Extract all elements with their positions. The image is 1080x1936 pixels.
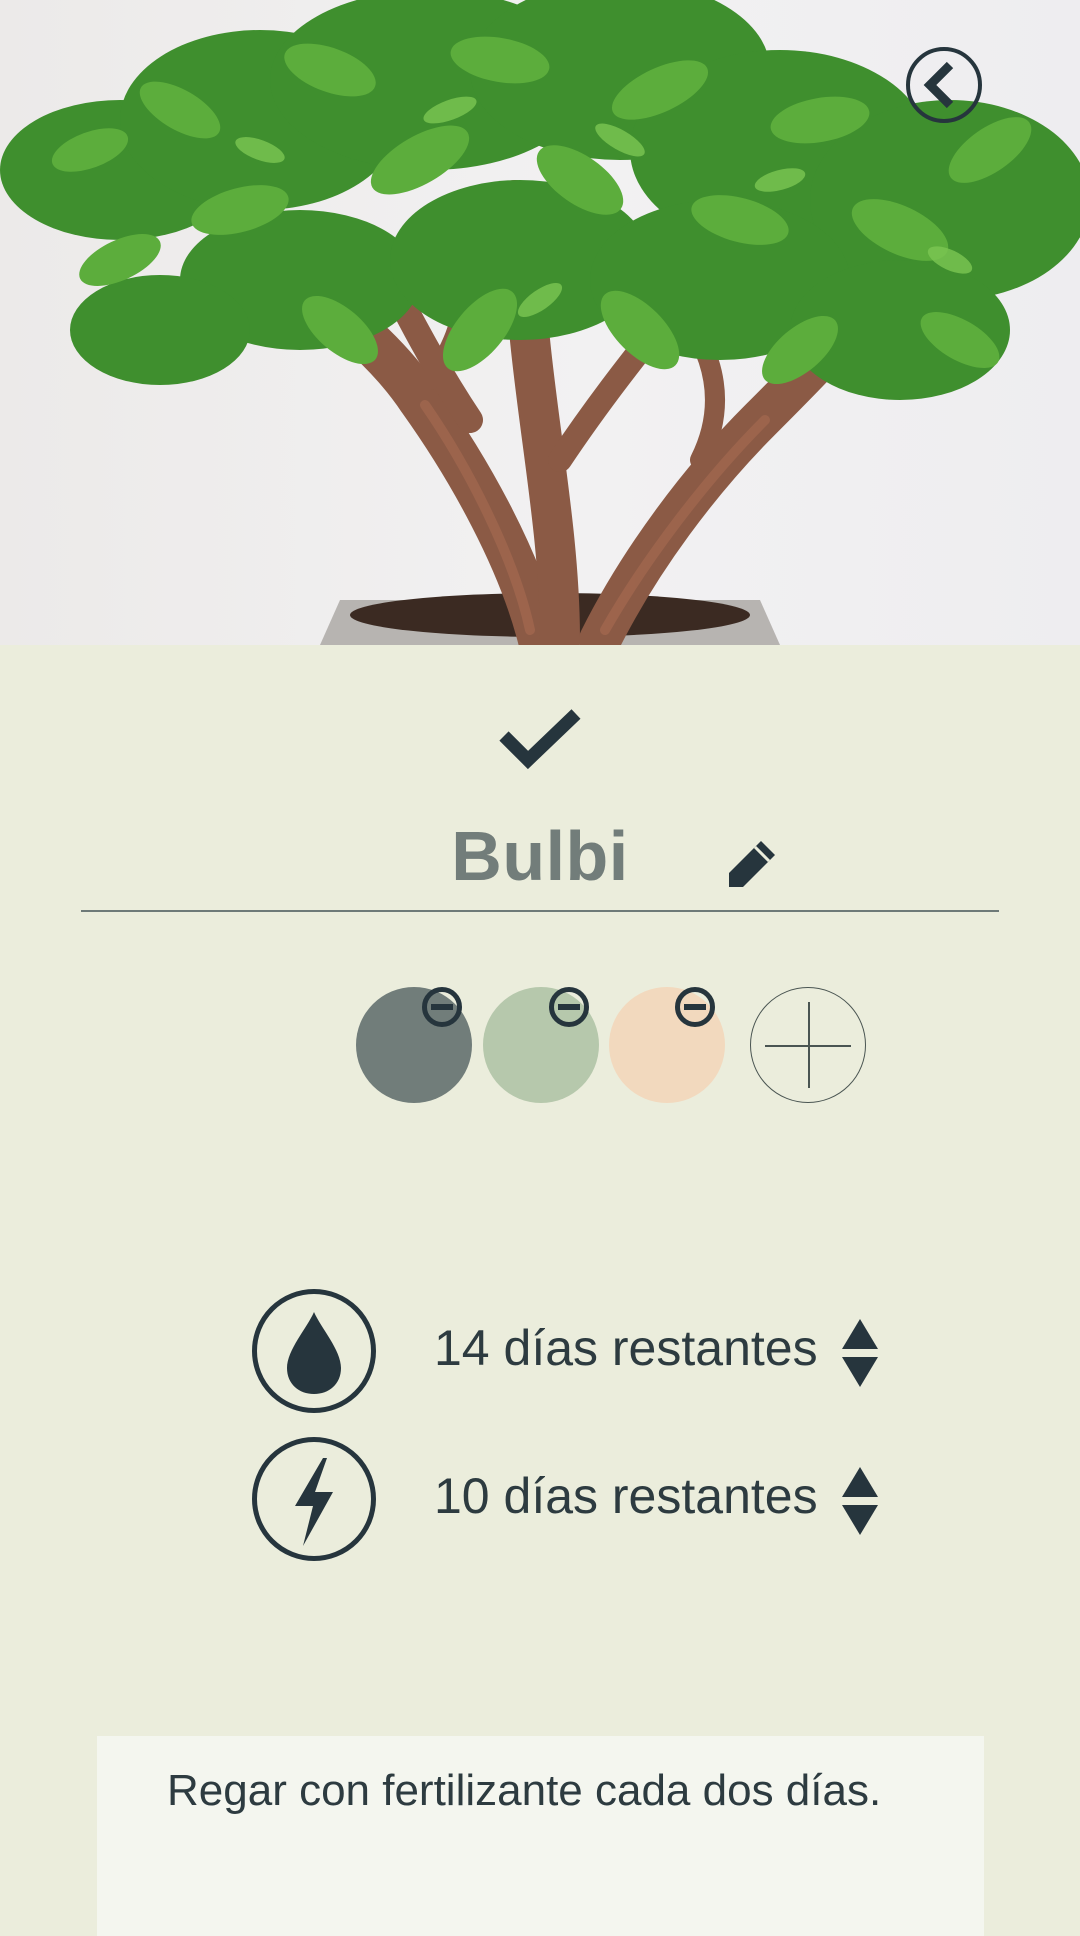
confirm-button[interactable] xyxy=(498,706,582,770)
fertilizer-stepper xyxy=(840,1465,880,1537)
minus-circle-icon[interactable] xyxy=(422,987,462,1027)
water-drop-icon xyxy=(287,1312,341,1394)
arrow-down-icon[interactable] xyxy=(840,1355,880,1389)
add-color-button[interactable] xyxy=(750,987,866,1103)
color-swatch-gray[interactable] xyxy=(356,987,472,1103)
check-icon xyxy=(499,709,581,770)
color-swatch-peach[interactable] xyxy=(609,987,725,1103)
water-reminder: 14 días restantes xyxy=(252,1289,892,1413)
plant-photo xyxy=(0,0,1080,645)
name-field[interactable]: Bulbi xyxy=(81,800,999,912)
arrow-up-icon[interactable] xyxy=(840,1317,880,1351)
minus-circle-icon[interactable] xyxy=(549,987,589,1027)
lightning-bolt-icon xyxy=(295,1458,333,1546)
chevron-left-icon xyxy=(923,61,954,109)
pencil-icon xyxy=(729,841,775,887)
fertilizer-days-remaining: 10 días restantes xyxy=(434,1468,818,1524)
edit-name-button[interactable] xyxy=(725,835,781,891)
water-days-remaining: 14 días restantes xyxy=(434,1320,818,1376)
water-icon-badge xyxy=(252,1289,376,1413)
plant-name: Bulbi xyxy=(451,817,629,895)
notes-text: Regar con fertilizante cada dos días. xyxy=(167,1766,882,1815)
back-button[interactable] xyxy=(906,47,982,123)
notes-field[interactable]: Regar con fertilizante cada dos días. xyxy=(97,1736,984,1936)
water-stepper xyxy=(840,1317,880,1389)
fertilizer-icon-badge xyxy=(252,1437,376,1561)
arrow-up-icon[interactable] xyxy=(840,1465,880,1499)
fertilizer-reminder: 10 días restantes xyxy=(252,1437,892,1561)
arrow-down-icon[interactable] xyxy=(840,1503,880,1537)
color-swatch-sage[interactable] xyxy=(483,987,599,1103)
minus-circle-icon[interactable] xyxy=(675,987,715,1027)
